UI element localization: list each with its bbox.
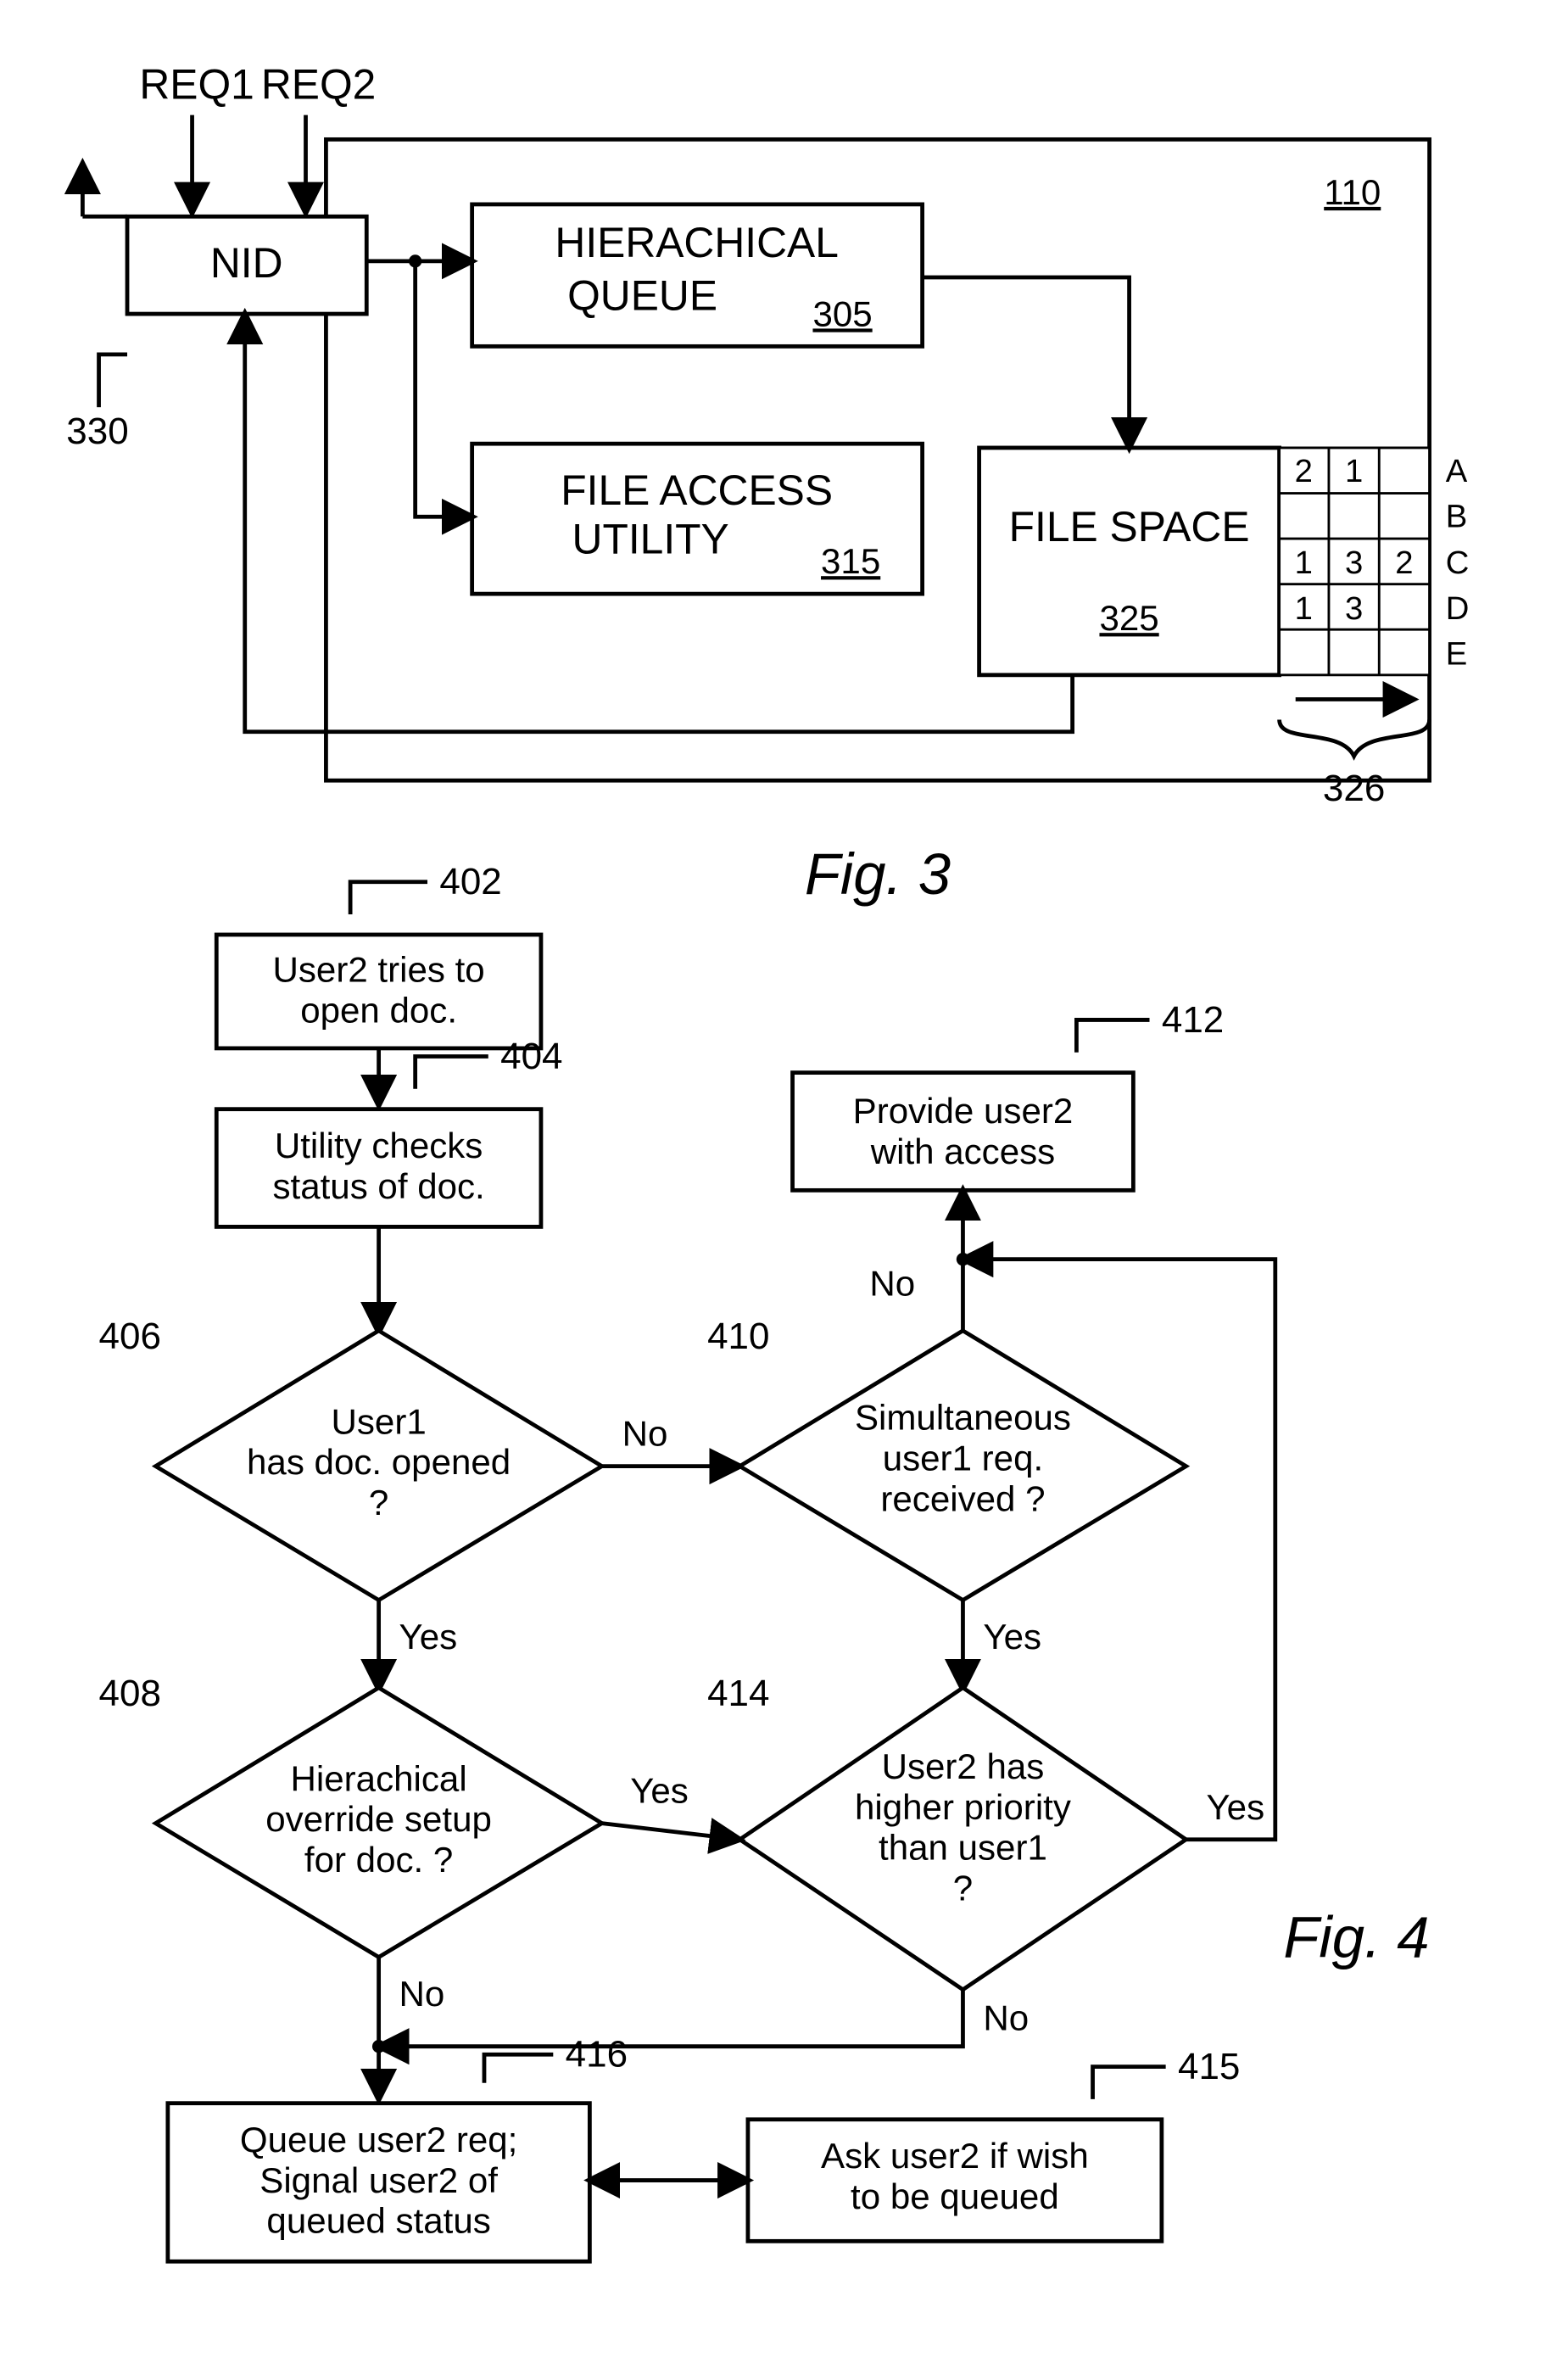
svg-text:higher priority: higher priority bbox=[855, 1787, 1071, 1827]
svg-text:status of doc.: status of doc. bbox=[272, 1166, 484, 1206]
svg-text:3: 3 bbox=[1345, 590, 1363, 627]
svg-text:Provide user2: Provide user2 bbox=[853, 1091, 1074, 1131]
svg-text:408: 408 bbox=[99, 1673, 161, 1714]
svg-text:Ask user2 if wish: Ask user2 if wish bbox=[821, 2136, 1089, 2176]
svg-text:No: No bbox=[399, 1974, 445, 2014]
svg-text:2: 2 bbox=[1395, 545, 1413, 581]
priority-grid: 2 1 1 3 2 1 3 A B C D E bbox=[1280, 448, 1470, 675]
svg-text:?: ? bbox=[953, 1868, 973, 1908]
fig3-caption: Fig. 3 bbox=[805, 841, 951, 907]
svg-text:Yes: Yes bbox=[1206, 1787, 1264, 1827]
svg-text:1: 1 bbox=[1295, 545, 1313, 581]
svg-text:1: 1 bbox=[1295, 590, 1313, 627]
svg-text:404: 404 bbox=[500, 1036, 562, 1077]
svg-text:open doc.: open doc. bbox=[300, 990, 457, 1030]
diagram-root: 110 REQ1 REQ2 NID 330 HIERACHICAL QUEUE … bbox=[34, 34, 1534, 2311]
svg-text:User2 tries to: User2 tries to bbox=[273, 949, 485, 989]
svg-text:412: 412 bbox=[1162, 999, 1224, 1041]
svg-text:B: B bbox=[1446, 499, 1468, 535]
svg-text:to be queued: to be queued bbox=[851, 2176, 1059, 2216]
req1-label: REQ1 bbox=[139, 61, 254, 109]
svg-text:D: D bbox=[1446, 590, 1470, 627]
svg-text:No: No bbox=[869, 1264, 915, 1304]
ref402-leader bbox=[350, 882, 427, 914]
hq-ref: 305 bbox=[812, 293, 872, 333]
nid-text: NID bbox=[210, 239, 283, 287]
svg-text:Simultaneous: Simultaneous bbox=[855, 1398, 1071, 1438]
svg-text:User2 has: User2 has bbox=[882, 1746, 1045, 1786]
arrow-414-join bbox=[379, 1990, 963, 2047]
hq-title1: HIERACHICAL bbox=[555, 219, 839, 266]
svg-text:2: 2 bbox=[1295, 453, 1313, 489]
fig4-caption: Fig. 4 bbox=[1283, 1904, 1429, 1969]
req2-label: REQ2 bbox=[261, 61, 376, 109]
ref415-leader bbox=[1093, 2067, 1166, 2099]
svg-text:for doc. ?: for doc. ? bbox=[304, 1840, 453, 1880]
svg-text:Hierachical: Hierachical bbox=[291, 1758, 467, 1798]
fau-ref: 315 bbox=[821, 541, 880, 581]
svg-text:user1 req.: user1 req. bbox=[883, 1438, 1043, 1478]
fau-title1: FILE ACCESS bbox=[561, 467, 833, 514]
ref-326: 326 bbox=[1323, 768, 1385, 809]
svg-text:override setup: override setup bbox=[265, 1799, 492, 1839]
svg-text:Yes: Yes bbox=[983, 1617, 1041, 1657]
svg-text:1: 1 bbox=[1345, 453, 1363, 489]
svg-text:A: A bbox=[1446, 453, 1468, 489]
svg-text:than user1: than user1 bbox=[879, 1828, 1047, 1868]
svg-text:?: ? bbox=[369, 1483, 388, 1522]
svg-text:with access: with access bbox=[870, 1131, 1055, 1171]
svg-text:Queue user2 req;: Queue user2 req; bbox=[240, 2120, 517, 2159]
file-space-box bbox=[979, 448, 1280, 675]
svg-text:416: 416 bbox=[566, 2034, 628, 2076]
svg-text:E: E bbox=[1446, 635, 1468, 672]
svg-text:Yes: Yes bbox=[630, 1771, 689, 1811]
svg-text:Signal user2 of: Signal user2 of bbox=[259, 2160, 498, 2200]
svg-text:3: 3 bbox=[1345, 545, 1363, 581]
svg-text:415: 415 bbox=[1178, 2046, 1240, 2087]
figure-4: User2 tries to open doc. 402 Utility che… bbox=[99, 861, 1430, 2261]
svg-text:414: 414 bbox=[707, 1673, 769, 1714]
svg-text:Utility checks: Utility checks bbox=[275, 1126, 483, 1165]
svg-text:User1: User1 bbox=[331, 1401, 426, 1441]
svg-text:queued status: queued status bbox=[266, 2201, 490, 2241]
ref416-leader bbox=[484, 2054, 553, 2082]
arrow-408-414 bbox=[602, 1824, 740, 1840]
fs-title: FILE SPACE bbox=[1009, 503, 1250, 550]
fau-title2: UTILITY bbox=[572, 515, 729, 562]
svg-text:402: 402 bbox=[439, 861, 501, 902]
svg-text:C: C bbox=[1446, 545, 1470, 581]
fs-ref: 325 bbox=[1099, 598, 1158, 638]
ref412-leader bbox=[1076, 1020, 1149, 1052]
svg-text:410: 410 bbox=[707, 1316, 769, 1357]
svg-text:received ?: received ? bbox=[880, 1478, 1045, 1518]
svg-text:No: No bbox=[983, 1998, 1029, 2038]
svg-text:406: 406 bbox=[99, 1316, 161, 1357]
ref-110: 110 bbox=[1324, 172, 1381, 212]
svg-text:Yes: Yes bbox=[399, 1617, 458, 1657]
ref-330-leader bbox=[99, 355, 127, 407]
ref404-leader bbox=[416, 1056, 488, 1088]
svg-text:No: No bbox=[622, 1414, 668, 1454]
hq-title2: QUEUE bbox=[567, 271, 717, 319]
ref-330: 330 bbox=[66, 411, 128, 452]
figure-3: 110 REQ1 REQ2 NID 330 HIERACHICAL QUEUE … bbox=[66, 61, 1469, 908]
svg-text:has doc. opened: has doc. opened bbox=[247, 1442, 511, 1482]
